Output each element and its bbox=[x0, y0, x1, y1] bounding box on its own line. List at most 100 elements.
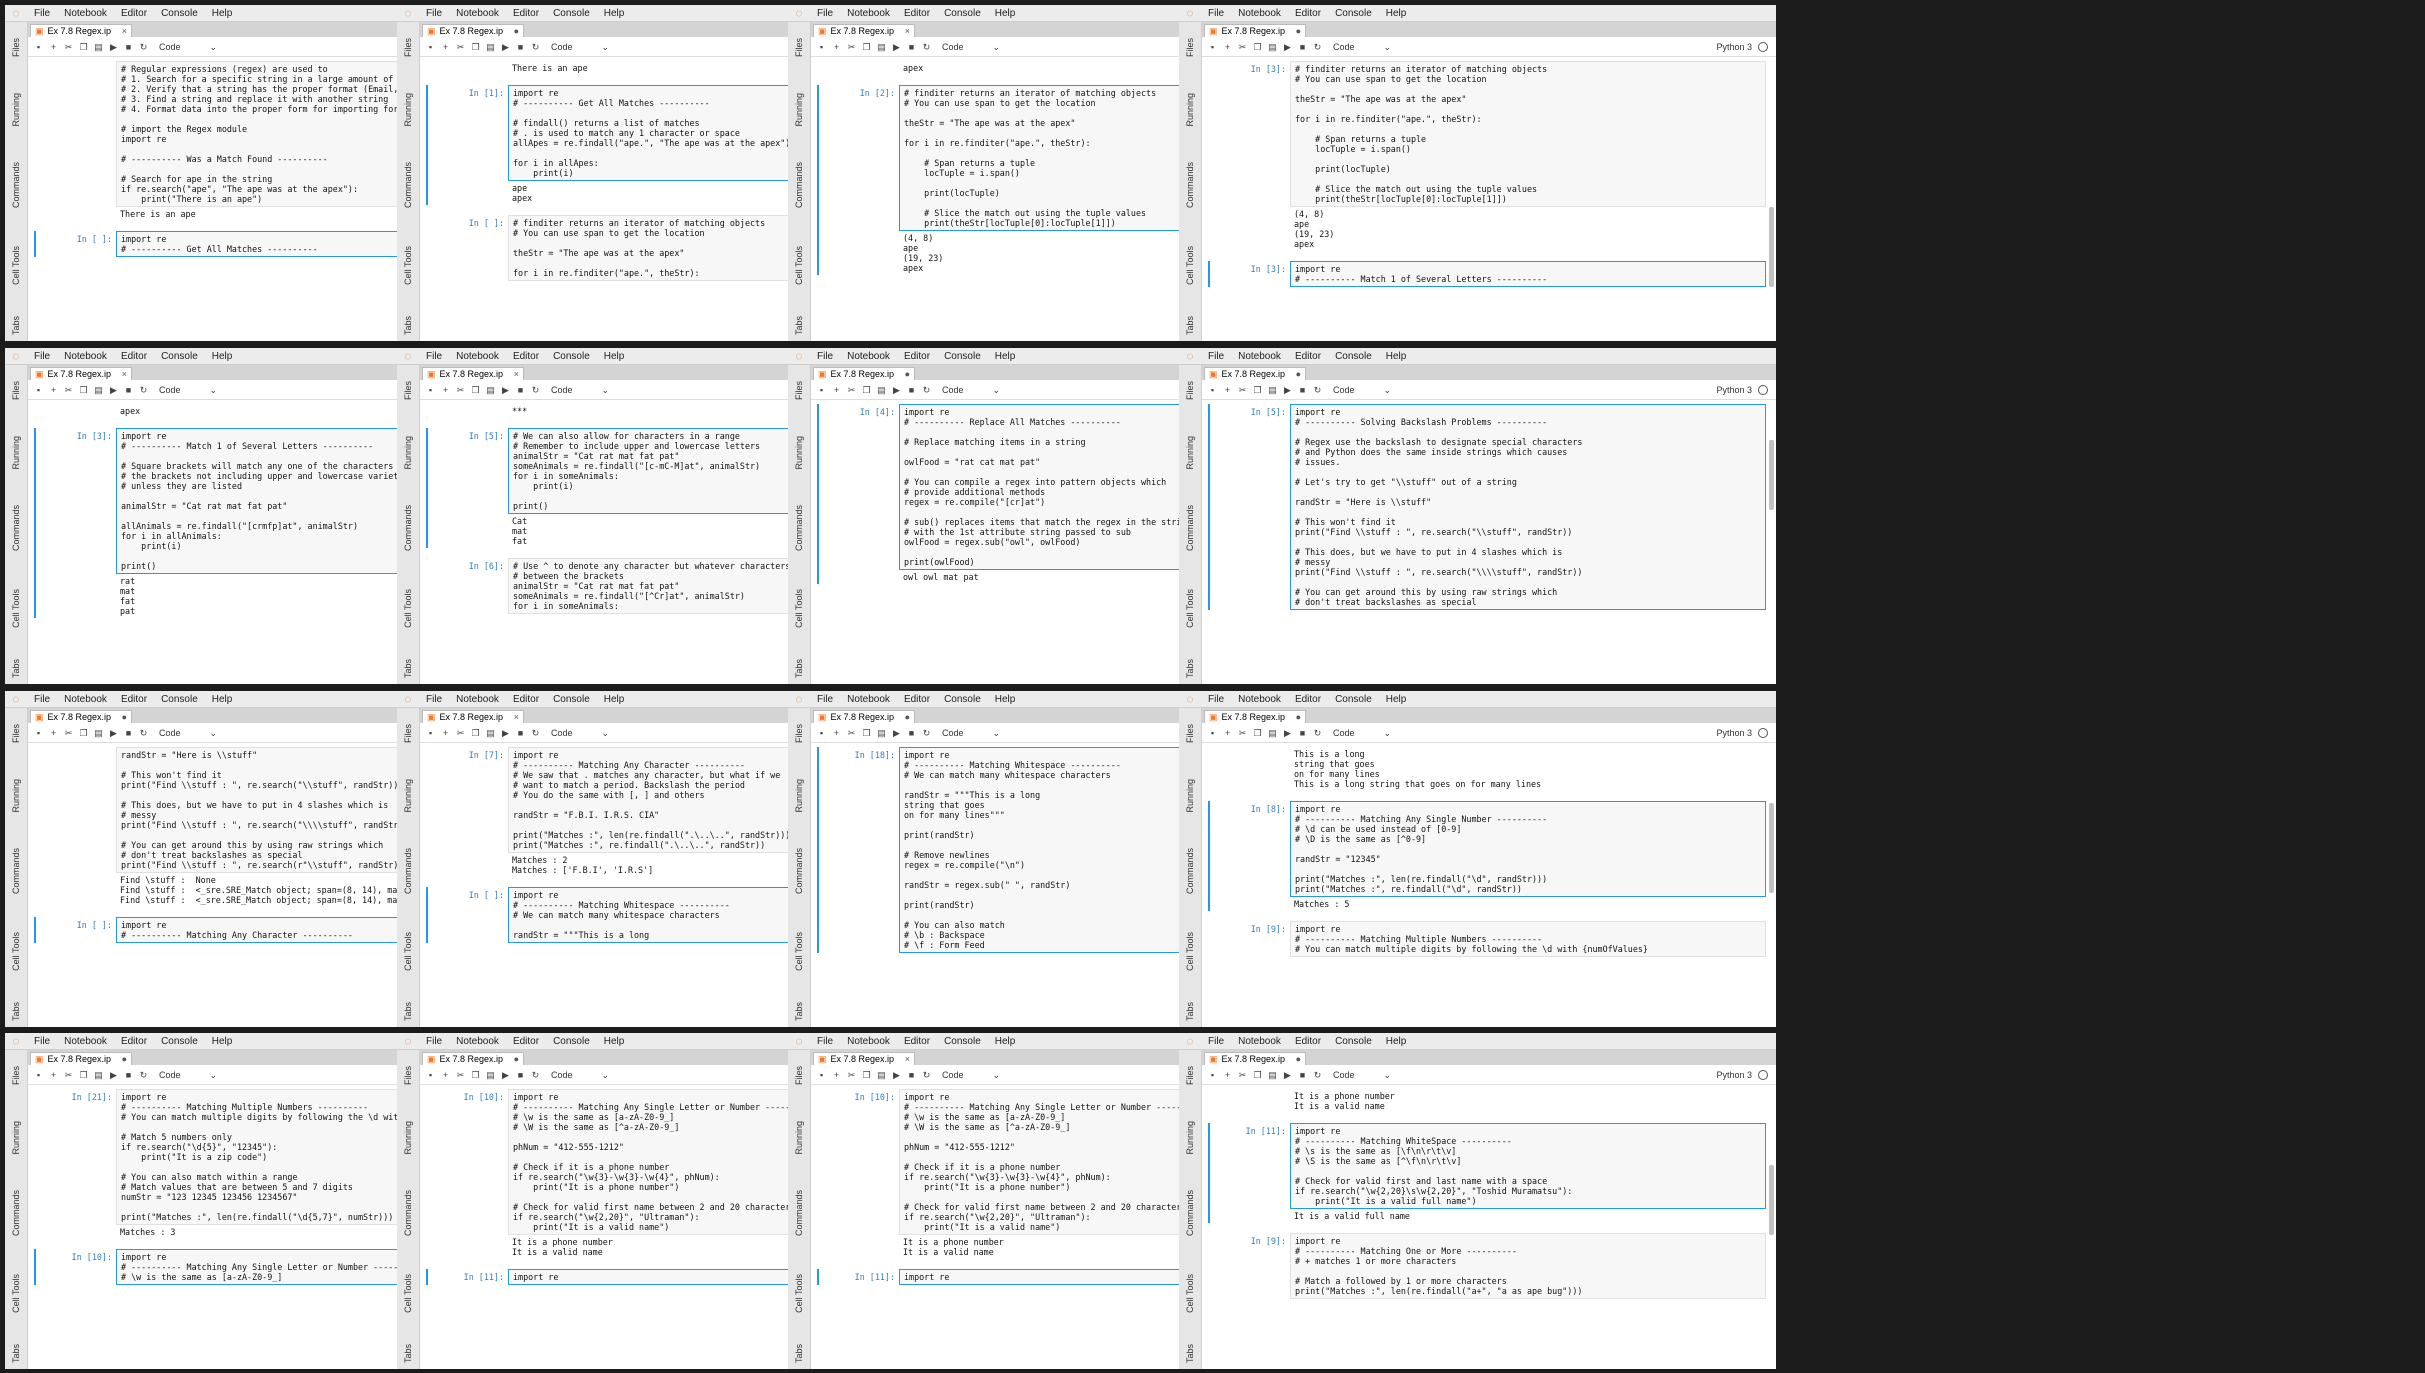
paste-icon[interactable]: ▤ bbox=[91, 1070, 106, 1081]
cut-icon[interactable]: ✂ bbox=[844, 728, 859, 739]
stop-icon[interactable]: ■ bbox=[121, 42, 136, 52]
notebook-tab[interactable]: ▣ Ex 7.8 Regex.ip × bbox=[30, 367, 132, 380]
code-editor[interactable]: import re # ---------- Match 1 of Severa… bbox=[1290, 261, 1766, 287]
sidebar-tab-running[interactable]: Running bbox=[790, 80, 808, 140]
notebook-cell[interactable]: It is a phone number It is a valid name bbox=[1202, 1089, 1766, 1115]
menu-file[interactable]: File bbox=[810, 1036, 840, 1047]
sidebar-tab-files[interactable]: Files bbox=[1181, 1054, 1199, 1098]
sidebar-tab-commands[interactable]: Commands bbox=[1181, 832, 1199, 910]
sidebar-tab-tabs[interactable]: Tabs bbox=[7, 649, 25, 684]
menu-help[interactable]: Help bbox=[597, 694, 632, 705]
run-icon[interactable]: ▶ bbox=[889, 385, 904, 396]
tab-close-icon[interactable]: ● bbox=[122, 712, 127, 722]
sidebar-tab-files[interactable]: Files bbox=[1181, 369, 1199, 413]
menu-file[interactable]: File bbox=[419, 1036, 449, 1047]
notebook-tab[interactable]: ▣ Ex 7.8 Regex.ip ● bbox=[1204, 710, 1306, 723]
cut-icon[interactable]: ✂ bbox=[453, 1070, 468, 1081]
cell-type-select[interactable]: Code ⌄ bbox=[159, 728, 217, 739]
copy-icon[interactable]: ❐ bbox=[468, 42, 483, 53]
copy-icon[interactable]: ❐ bbox=[859, 385, 874, 396]
sidebar-tab-commands[interactable]: Commands bbox=[790, 1174, 808, 1252]
menu-notebook[interactable]: Notebook bbox=[1231, 1036, 1288, 1047]
copy-icon[interactable]: ❐ bbox=[468, 385, 483, 396]
sidebar-tab-tabs[interactable]: Tabs bbox=[1181, 649, 1199, 684]
copy-icon[interactable]: ❐ bbox=[1250, 728, 1265, 739]
run-icon[interactable]: ▶ bbox=[889, 728, 904, 739]
tab-close-icon[interactable]: ● bbox=[905, 369, 910, 379]
menu-console[interactable]: Console bbox=[1328, 351, 1379, 362]
menu-help[interactable]: Help bbox=[988, 694, 1023, 705]
sidebar-tab-files[interactable]: Files bbox=[7, 369, 25, 413]
sidebar-tab-commands[interactable]: Commands bbox=[790, 146, 808, 224]
cut-icon[interactable]: ✂ bbox=[61, 42, 76, 53]
paste-icon[interactable]: ▤ bbox=[874, 42, 889, 53]
sidebar-tab-running[interactable]: Running bbox=[7, 1108, 25, 1168]
sidebar-tab-commands[interactable]: Commands bbox=[1181, 489, 1199, 567]
menu-notebook[interactable]: Notebook bbox=[449, 1036, 506, 1047]
run-icon[interactable]: ▶ bbox=[1280, 728, 1295, 739]
sidebar-tab-tabs[interactable]: Tabs bbox=[7, 306, 25, 341]
sidebar-tab-cell-tools[interactable]: Cell Tools bbox=[399, 1258, 417, 1328]
menu-help[interactable]: Help bbox=[597, 8, 632, 19]
paste-icon[interactable]: ▤ bbox=[1265, 385, 1280, 396]
paste-icon[interactable]: ▤ bbox=[874, 728, 889, 739]
menu-file[interactable]: File bbox=[1201, 8, 1231, 19]
copy-icon[interactable]: ❐ bbox=[1250, 42, 1265, 53]
save-icon[interactable]: ▪ bbox=[1205, 1070, 1220, 1080]
sidebar-tab-commands[interactable]: Commands bbox=[1181, 1174, 1199, 1252]
menu-help[interactable]: Help bbox=[205, 1036, 240, 1047]
menu-editor[interactable]: Editor bbox=[506, 1036, 546, 1047]
sidebar-tab-commands[interactable]: Commands bbox=[1181, 146, 1199, 224]
sidebar-tab-cell-tools[interactable]: Cell Tools bbox=[790, 230, 808, 300]
cell-type-select[interactable]: Code ⌄ bbox=[1333, 728, 1391, 739]
notebook-tab[interactable]: ▣ Ex 7.8 Regex.ip ● bbox=[30, 1052, 132, 1065]
sidebar-tab-files[interactable]: Files bbox=[790, 712, 808, 756]
cell-type-select[interactable]: Code ⌄ bbox=[159, 385, 217, 396]
sidebar-tab-commands[interactable]: Commands bbox=[399, 489, 417, 567]
tab-close-icon[interactable]: × bbox=[122, 369, 127, 379]
menu-console[interactable]: Console bbox=[937, 694, 988, 705]
stop-icon[interactable]: ■ bbox=[513, 42, 528, 52]
sidebar-tab-tabs[interactable]: Tabs bbox=[1181, 306, 1199, 341]
menu-console[interactable]: Console bbox=[546, 8, 597, 19]
stop-icon[interactable]: ■ bbox=[121, 728, 136, 738]
kernel-name[interactable]: Python 3 bbox=[1716, 385, 1752, 395]
sidebar-tab-tabs[interactable]: Tabs bbox=[7, 992, 25, 1027]
menu-console[interactable]: Console bbox=[154, 351, 205, 362]
menu-help[interactable]: Help bbox=[597, 351, 632, 362]
copy-icon[interactable]: ❐ bbox=[76, 1070, 91, 1081]
sidebar-tab-running[interactable]: Running bbox=[7, 80, 25, 140]
scrollbar-thumb[interactable] bbox=[1769, 1165, 1774, 1235]
save-icon[interactable]: ▪ bbox=[814, 42, 829, 52]
notebook-cell[interactable]: In [9]: import re # ---------- Matching O… bbox=[1202, 1233, 1766, 1301]
menu-file[interactable]: File bbox=[810, 351, 840, 362]
sidebar-tab-running[interactable]: Running bbox=[399, 80, 417, 140]
sidebar-tab-tabs[interactable]: Tabs bbox=[1181, 1334, 1199, 1369]
cut-icon[interactable]: ✂ bbox=[1235, 728, 1250, 739]
sidebar-tab-tabs[interactable]: Tabs bbox=[399, 992, 417, 1027]
cell-type-select[interactable]: Code ⌄ bbox=[1333, 385, 1391, 396]
cut-icon[interactable]: ✂ bbox=[453, 42, 468, 53]
run-icon[interactable]: ▶ bbox=[889, 1070, 904, 1081]
add-cell-icon[interactable]: + bbox=[438, 1070, 453, 1080]
restart-icon[interactable]: ↻ bbox=[136, 1070, 151, 1081]
paste-icon[interactable]: ▤ bbox=[483, 42, 498, 53]
menu-file[interactable]: File bbox=[810, 694, 840, 705]
add-cell-icon[interactable]: + bbox=[46, 1070, 61, 1080]
run-icon[interactable]: ▶ bbox=[1280, 385, 1295, 396]
menu-console[interactable]: Console bbox=[1328, 694, 1379, 705]
cut-icon[interactable]: ✂ bbox=[453, 728, 468, 739]
menu-help[interactable]: Help bbox=[1379, 694, 1414, 705]
menu-help[interactable]: Help bbox=[1379, 1036, 1414, 1047]
code-editor[interactable]: import re # ---------- Matching Any Sing… bbox=[1290, 801, 1766, 897]
cut-icon[interactable]: ✂ bbox=[1235, 385, 1250, 396]
stop-icon[interactable]: ■ bbox=[513, 728, 528, 738]
sidebar-tab-files[interactable]: Files bbox=[1181, 712, 1199, 756]
stop-icon[interactable]: ■ bbox=[513, 1070, 528, 1080]
paste-icon[interactable]: ▤ bbox=[483, 1070, 498, 1081]
notebook-cell[interactable]: In [11]: import re # ---------- Matching … bbox=[1202, 1123, 1766, 1225]
notebook-tab[interactable]: ▣ Ex 7.8 Regex.ip × bbox=[422, 710, 524, 723]
add-cell-icon[interactable]: + bbox=[46, 42, 61, 52]
sidebar-tab-files[interactable]: Files bbox=[399, 369, 417, 413]
sidebar-tab-cell-tools[interactable]: Cell Tools bbox=[399, 573, 417, 643]
